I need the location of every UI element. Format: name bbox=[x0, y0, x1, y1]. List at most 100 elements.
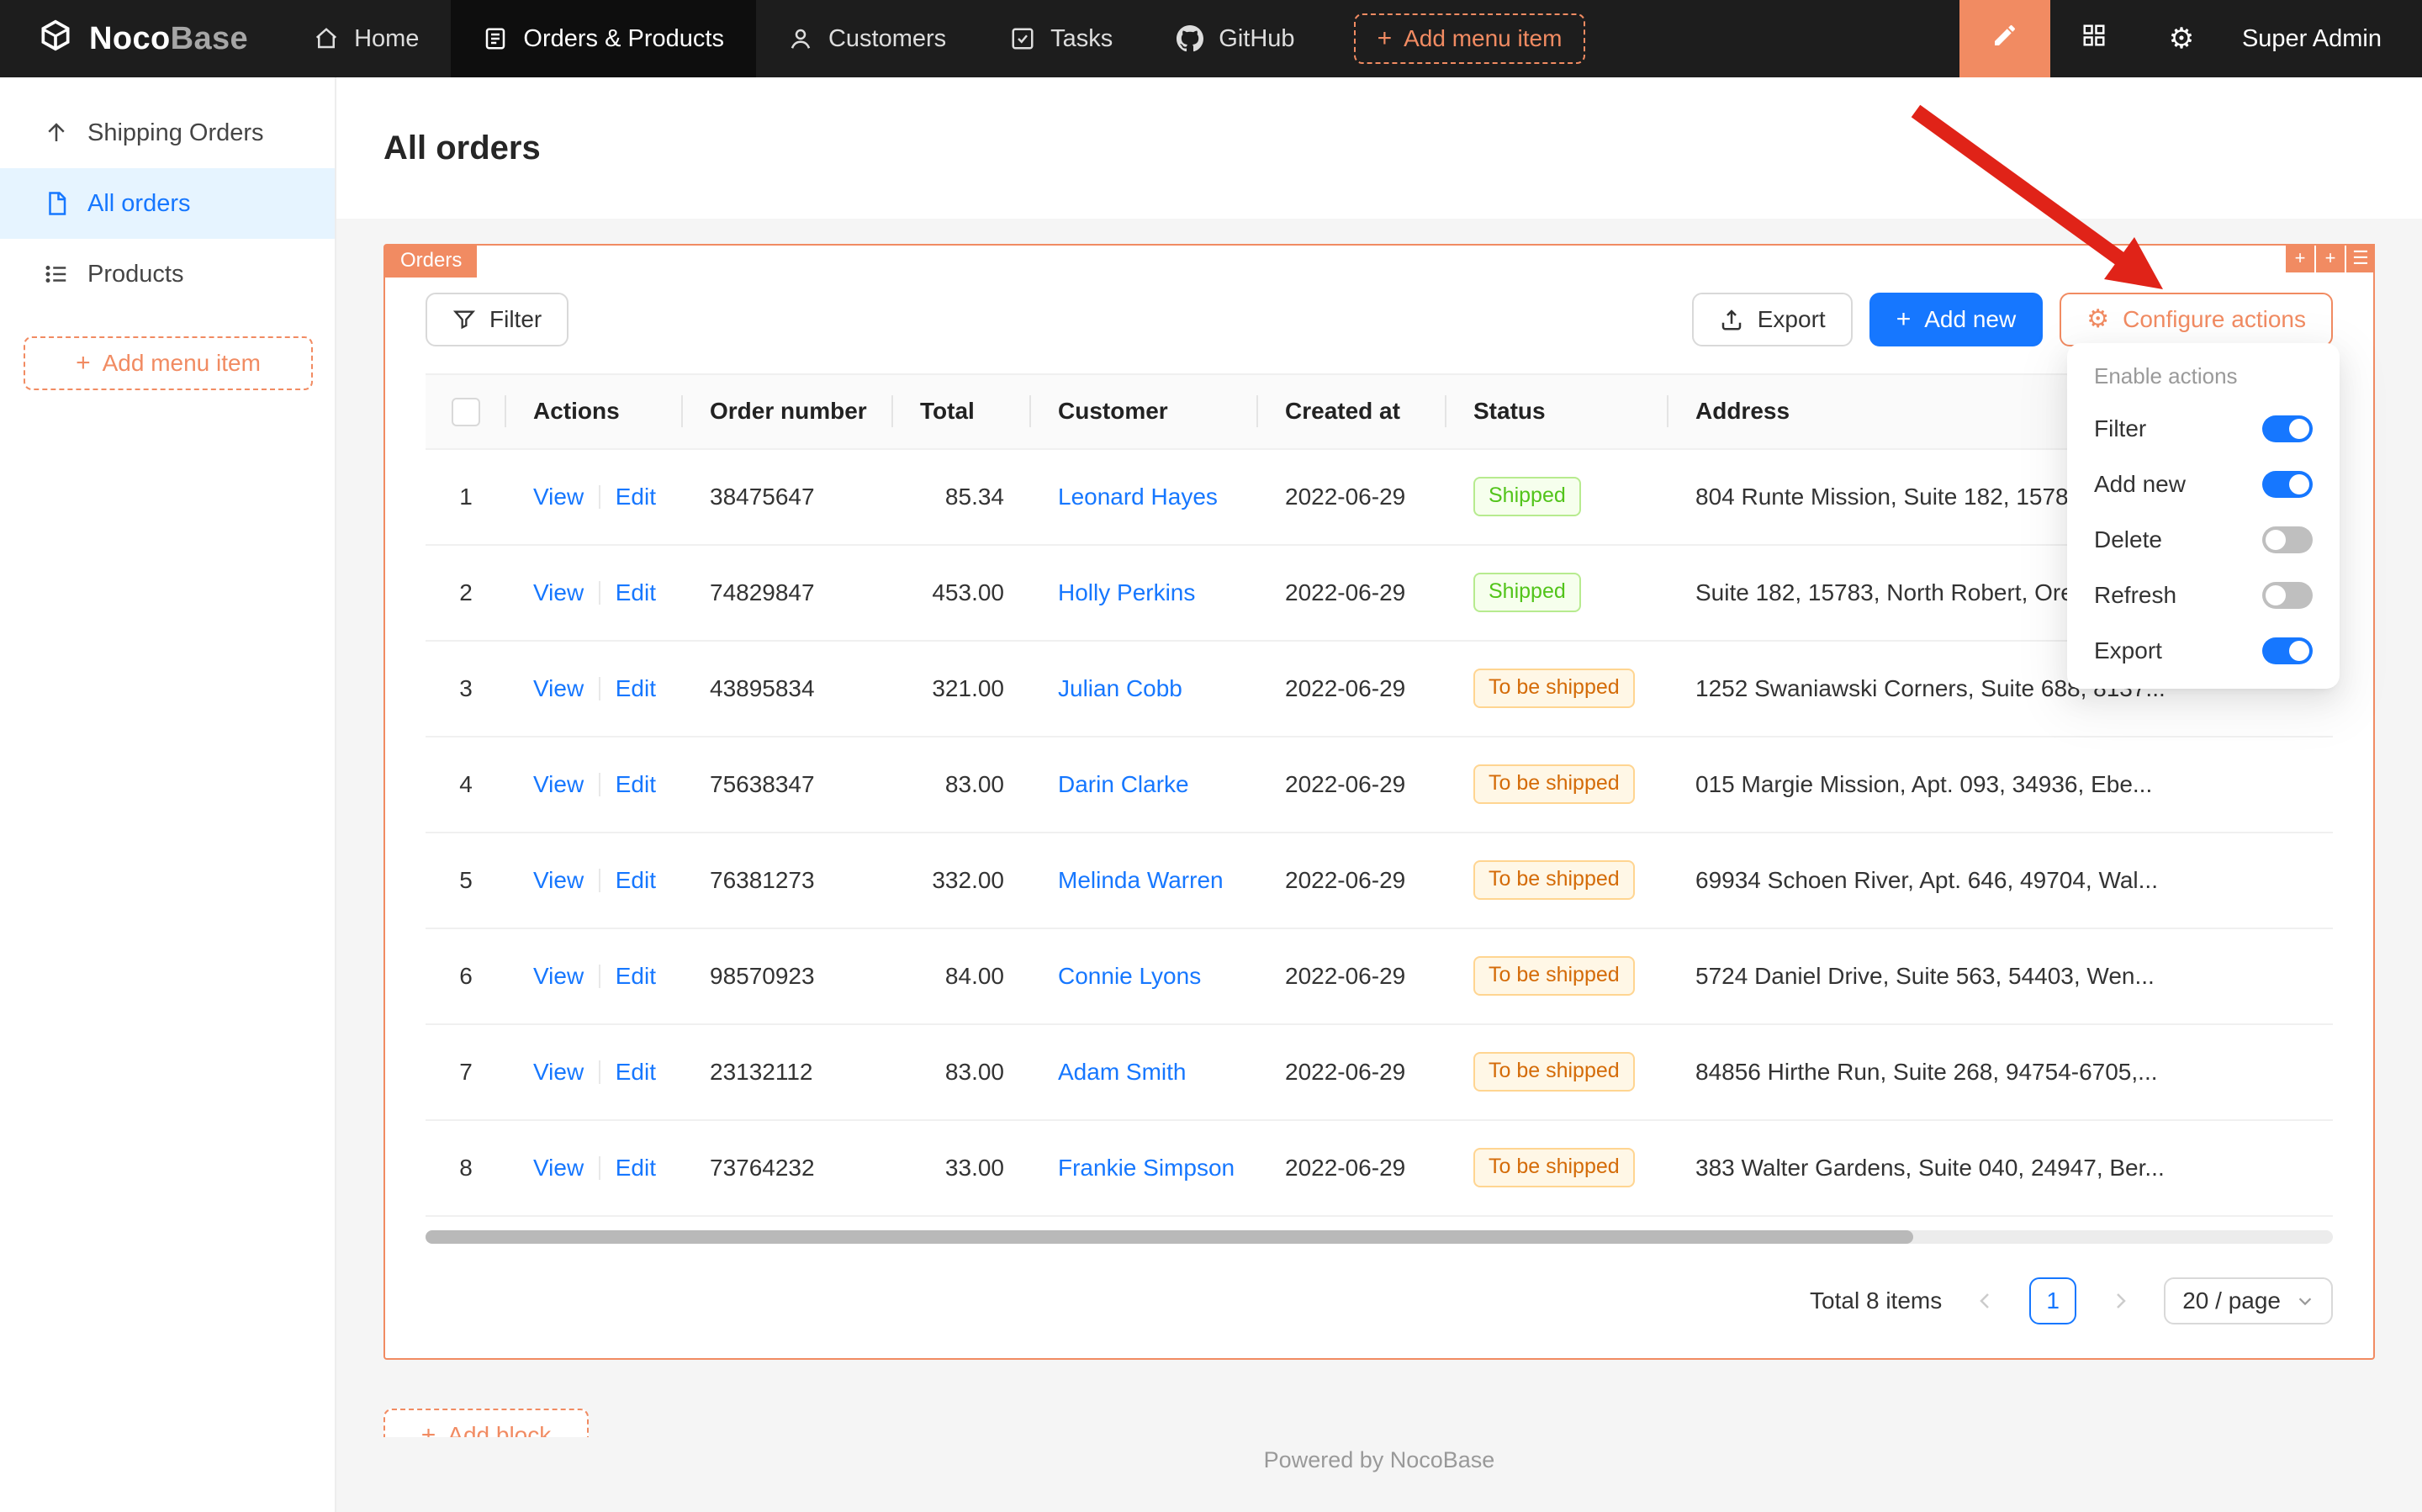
customer-link[interactable]: Melinda Warren bbox=[1058, 867, 1224, 893]
nav-item-github[interactable]: GitHub bbox=[1145, 0, 1326, 77]
add-new-button[interactable]: + Add new bbox=[1869, 293, 2044, 346]
customer-link[interactable]: Adam Smith bbox=[1058, 1059, 1187, 1085]
dropdown-item-delete[interactable]: Delete bbox=[2074, 512, 2333, 568]
column-header-total: Total bbox=[893, 374, 1031, 449]
chevron-down-icon bbox=[2296, 1292, 2314, 1310]
dropdown-item-export[interactable]: Export bbox=[2074, 623, 2333, 679]
sidebar: Shipping Orders All orders Products + Ad… bbox=[0, 77, 336, 1512]
column-header-customer: Customer bbox=[1031, 374, 1258, 449]
app-screen: NocoBase Home Orders & Products Customer… bbox=[0, 0, 2422, 1512]
navbar-right: ⚙ Super Admin bbox=[1959, 0, 2422, 77]
file-icon bbox=[44, 191, 69, 216]
table-toolbar: Filter Export + Add new bbox=[426, 293, 2333, 346]
gear-icon: ⚙ bbox=[2169, 22, 2194, 56]
edit-link[interactable]: Edit bbox=[616, 675, 656, 702]
home-icon bbox=[314, 26, 339, 51]
ui-editor-button[interactable] bbox=[1959, 0, 2050, 77]
add-block-button[interactable]: + Add block bbox=[383, 1409, 589, 1437]
ui-editor-pen-icon bbox=[1991, 22, 2018, 56]
customer-link[interactable]: Darin Clarke bbox=[1058, 771, 1189, 797]
delete-toggle[interactable] bbox=[2262, 526, 2313, 553]
block-initializer-icon[interactable]: + bbox=[2316, 244, 2345, 272]
nav-item-tasks[interactable]: Tasks bbox=[978, 0, 1145, 77]
customer-link[interactable]: Julian Cobb bbox=[1058, 675, 1182, 701]
edit-link[interactable]: Edit bbox=[616, 771, 656, 798]
table-row: 1 ViewEdit 38475647 85.34 Leonard Hayes … bbox=[426, 449, 2333, 545]
sidebar-add-menu-item-button[interactable]: + Add menu item bbox=[24, 336, 313, 390]
status-badge: To be shipped bbox=[1473, 1052, 1635, 1092]
export-toggle[interactable] bbox=[2262, 637, 2313, 664]
block-add-icon[interactable]: + bbox=[2286, 244, 2314, 272]
block-menu-icon[interactable]: ☰ bbox=[2346, 244, 2375, 272]
horizontal-scrollbar[interactable] bbox=[426, 1230, 2333, 1244]
edit-link[interactable]: Edit bbox=[616, 579, 656, 606]
edit-link[interactable]: Edit bbox=[616, 963, 656, 990]
table-row: 8 ViewEdit 73764232 33.00 Frankie Simpso… bbox=[426, 1120, 2333, 1216]
view-link[interactable]: View bbox=[533, 675, 584, 702]
filter-icon bbox=[452, 308, 476, 331]
toolbar-right: Export + Add new ⚙ Configure actions bbox=[1692, 293, 2333, 346]
status-badge: To be shipped bbox=[1473, 956, 1635, 997]
pagination: Total 8 items 1 20 / page bbox=[426, 1277, 2333, 1324]
edit-link[interactable]: Edit bbox=[616, 867, 656, 894]
configure-actions-dropdown: Enable actions Filter Add new Delete Ref… bbox=[2067, 343, 2340, 689]
add-block-clipped: + Add block bbox=[383, 1409, 589, 1437]
nav-item-orders-products[interactable]: Orders & Products bbox=[451, 0, 756, 77]
grid-icon bbox=[2081, 23, 2107, 56]
current-user[interactable]: Super Admin bbox=[2225, 25, 2422, 53]
orders-table: Actions Order number Total Customer Crea… bbox=[426, 373, 2333, 1217]
plugins-grid-button[interactable] bbox=[2050, 0, 2138, 77]
plus-icon: + bbox=[76, 351, 91, 376]
edit-link[interactable]: Edit bbox=[616, 1059, 656, 1086]
top-navbar: NocoBase Home Orders & Products Customer… bbox=[0, 0, 2422, 77]
scrollbar-thumb[interactable] bbox=[426, 1230, 1913, 1244]
arrow-up-icon bbox=[44, 120, 69, 145]
add-new-toggle[interactable] bbox=[2262, 471, 2313, 498]
block-collection-tag: Orders bbox=[385, 246, 477, 278]
view-link[interactable]: View bbox=[533, 1059, 584, 1086]
refresh-toggle[interactable] bbox=[2262, 582, 2313, 609]
view-link[interactable]: View bbox=[533, 963, 584, 990]
nav-item-customers[interactable]: Customers bbox=[756, 0, 978, 77]
status-badge: To be shipped bbox=[1473, 669, 1635, 709]
sidebar-item-products[interactable]: Products bbox=[0, 239, 335, 309]
view-link[interactable]: View bbox=[533, 579, 584, 606]
dropdown-item-add-new[interactable]: Add new bbox=[2074, 457, 2333, 512]
table-row: 4 ViewEdit 75638347 83.00 Darin Clarke 2… bbox=[426, 737, 2333, 833]
next-page-button[interactable] bbox=[2097, 1277, 2144, 1324]
status-badge: To be shipped bbox=[1473, 764, 1635, 805]
customer-link[interactable]: Frankie Simpson bbox=[1058, 1155, 1235, 1181]
dropdown-item-filter[interactable]: Filter bbox=[2074, 401, 2333, 457]
page-size-select[interactable]: 20 / page bbox=[2164, 1277, 2333, 1324]
status-badge: To be shipped bbox=[1473, 1148, 1635, 1188]
table-header-row: Actions Order number Total Customer Crea… bbox=[426, 374, 2333, 449]
navbar-add-menu-item-button[interactable]: + Add menu item bbox=[1354, 13, 1586, 64]
customer-link[interactable]: Connie Lyons bbox=[1058, 963, 1201, 989]
gear-icon: ⚙ bbox=[2086, 307, 2109, 332]
sidebar-item-shipping-orders[interactable]: Shipping Orders bbox=[0, 98, 335, 168]
export-button[interactable]: Export bbox=[1692, 293, 1853, 346]
settings-button[interactable]: ⚙ bbox=[2138, 0, 2225, 77]
view-link[interactable]: View bbox=[533, 867, 584, 894]
configure-actions-button[interactable]: ⚙ Configure actions bbox=[2060, 293, 2333, 346]
filter-button[interactable]: Filter bbox=[426, 293, 568, 346]
customer-link[interactable]: Leonard Hayes bbox=[1058, 484, 1218, 510]
view-link[interactable]: View bbox=[533, 484, 584, 510]
prev-page-button[interactable] bbox=[1962, 1277, 2009, 1324]
customers-icon bbox=[788, 26, 813, 51]
view-link[interactable]: View bbox=[533, 1155, 584, 1182]
filter-toggle[interactable] bbox=[2262, 415, 2313, 442]
pagination-total: Total 8 items bbox=[1810, 1287, 1942, 1314]
customer-link[interactable]: Holly Perkins bbox=[1058, 579, 1195, 605]
edit-link[interactable]: Edit bbox=[616, 484, 656, 510]
edit-link[interactable]: Edit bbox=[616, 1155, 656, 1182]
select-all-checkbox[interactable] bbox=[452, 398, 480, 426]
nav-item-home[interactable]: Home bbox=[282, 0, 451, 77]
sidebar-item-all-orders[interactable]: All orders bbox=[0, 168, 335, 239]
table-row: 5 ViewEdit 76381273 332.00 Melinda Warre… bbox=[426, 833, 2333, 928]
tasks-icon bbox=[1010, 26, 1035, 51]
table-row: 2 ViewEdit 74829847 453.00 Holly Perkins… bbox=[426, 545, 2333, 641]
view-link[interactable]: View bbox=[533, 771, 584, 798]
dropdown-item-refresh[interactable]: Refresh bbox=[2074, 568, 2333, 623]
page-number-button[interactable]: 1 bbox=[2029, 1277, 2076, 1324]
